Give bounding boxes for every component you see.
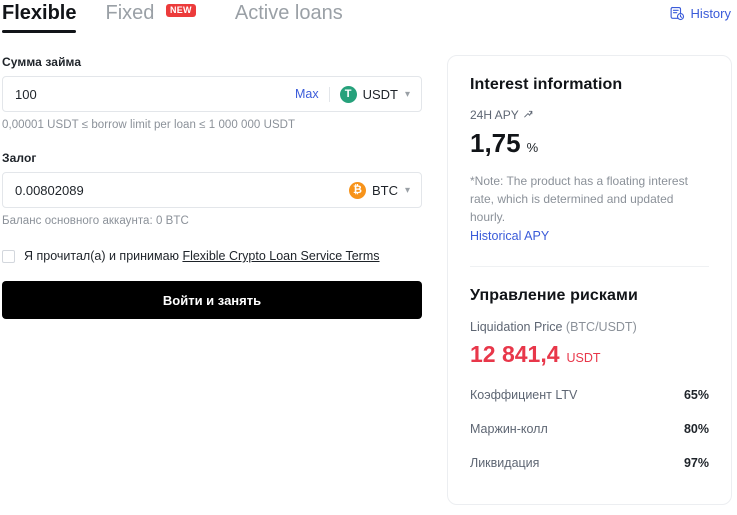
history-document-icon <box>670 6 685 21</box>
risk-row-liquidation-value: 97% <box>683 456 709 470</box>
loan-form: Сумма займа Max T USDT ▾ 0,00001 USDT ≤ … <box>2 55 422 319</box>
risk-row-margin-call: Маржин-колл 80% <box>470 422 709 436</box>
terms-prefix: Я прочитал(а) и принимаю <box>24 249 179 263</box>
liquidation-price-label: Liquidation Price <box>470 320 563 334</box>
terms-checkbox[interactable] <box>2 249 15 263</box>
usdt-coin-icon: T <box>339 85 357 103</box>
tab-flexible-label: Flexible <box>2 2 77 24</box>
tab-fixed-label: Fixed <box>105 2 155 24</box>
history-link[interactable]: History <box>670 6 731 21</box>
chevron-down-icon: ▾ <box>404 88 410 100</box>
collateral-input-box[interactable]: ₿ BTC ▾ <box>2 172 422 208</box>
apy-value: 1,75 <box>470 128 521 158</box>
history-label: History <box>690 6 731 21</box>
interest-info-title: Interest information <box>470 76 623 93</box>
liquidation-price-pair: (BTC/USDT) <box>565 320 637 334</box>
loan-amount-input-box[interactable]: Max T USDT ▾ <box>2 76 422 112</box>
risk-row-margin-call-key: Маржин-колл <box>470 422 548 436</box>
tab-fixed[interactable]: Fixed NEW <box>105 0 196 33</box>
loan-coin-selector[interactable]: T USDT ▾ <box>339 85 410 103</box>
historical-apy-link[interactable]: Historical APY <box>470 229 549 243</box>
loan-amount-label: Сумма займа <box>2 55 82 69</box>
input-divider <box>328 86 330 102</box>
max-button[interactable]: Max <box>295 87 329 101</box>
collateral-input[interactable] <box>15 182 349 198</box>
liquidation-price-value-row: 12 841,4 USDT <box>470 341 709 368</box>
collateral-coin-selector[interactable]: ₿ BTC ▾ <box>348 181 410 199</box>
card-divider <box>470 266 709 267</box>
collateral-coin-symbol: BTC <box>371 182 398 198</box>
new-badge: NEW <box>165 4 196 17</box>
apy-label: 24H APY <box>470 108 519 122</box>
btc-coin-icon: ₿ <box>348 181 366 199</box>
risk-row-margin-call-value: 80% <box>683 422 709 436</box>
risk-management-title: Управление рисками <box>470 287 638 304</box>
risk-row-liquidation-key: Ликвидация <box>470 456 540 470</box>
risk-row-ltv-value: 65% <box>683 388 709 402</box>
loan-amount-input[interactable] <box>15 86 295 102</box>
loan-amount-helper: 0,00001 USDT ≤ borrow limit per loan ≤ 1… <box>2 119 296 131</box>
collateral-label: Залог <box>2 151 37 165</box>
collateral-helper: Баланс основного аккаунта: 0 BTC <box>2 215 189 227</box>
trend-up-icon <box>523 108 533 122</box>
tab-active-loans-label: Active loans <box>234 2 343 24</box>
terms-row: Я прочитал(а) и принимаю Flexible Crypto… <box>2 249 422 263</box>
info-card: Interest information 24H APY 1,75 % *Not… <box>447 55 732 505</box>
terms-link[interactable]: Flexible Crypto Loan Service Terms <box>182 249 379 263</box>
chevron-down-icon: ▾ <box>404 184 410 196</box>
apy-label-row: 24H APY <box>470 108 709 122</box>
interest-note: *Note: The product has a floating intere… <box>470 174 688 224</box>
tab-flexible[interactable]: Flexible <box>2 0 77 33</box>
risk-row-liquidation: Ликвидация 97% <box>470 456 709 470</box>
liquidation-price-value: 12 841,4 <box>470 341 560 367</box>
tab-active-indicator <box>2 30 77 33</box>
tab-active-loans[interactable]: Active loans <box>235 0 343 33</box>
liquidation-price-currency: USDT <box>566 351 601 365</box>
liquidation-price-label-row: Liquidation Price (BTC/USDT) <box>470 320 709 334</box>
submit-button[interactable]: Войти и занять <box>2 281 422 319</box>
apy-value-row: 1,75 % <box>470 128 709 159</box>
tab-bar: Flexible Fixed NEW Active loans <box>0 0 737 36</box>
risk-row-ltv-key: Коэффициент LTV <box>470 388 578 402</box>
apy-unit: % <box>526 140 539 155</box>
risk-row-ltv: Коэффициент LTV 65% <box>470 388 709 402</box>
loan-coin-symbol: USDT <box>362 86 398 102</box>
loan-page: Flexible Fixed NEW Active loans History … <box>0 0 737 515</box>
terms-text: Я прочитал(а) и принимаю Flexible Crypto… <box>24 249 380 263</box>
